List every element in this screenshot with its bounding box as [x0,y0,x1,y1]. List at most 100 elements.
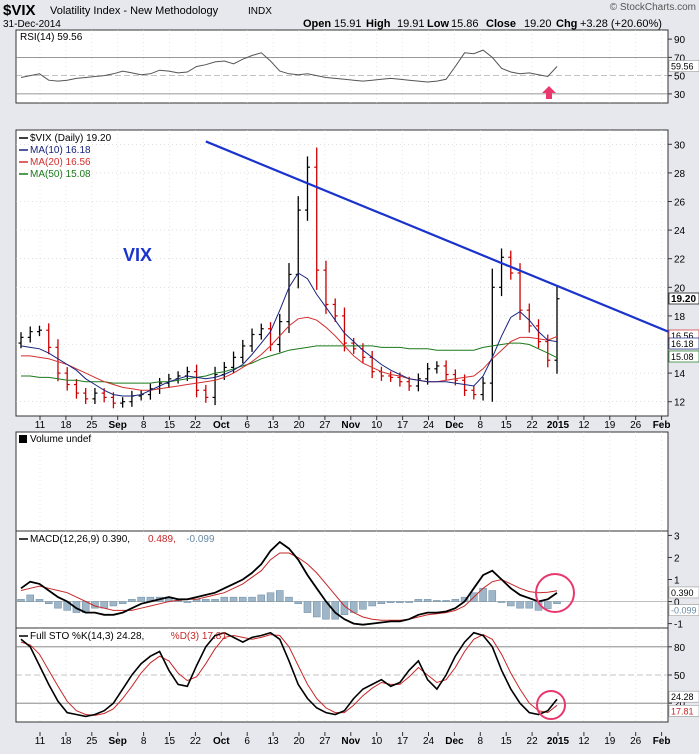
sto-legend-item: %D(3) 17.81 [171,631,228,642]
x-tick-label: 18 [60,736,72,747]
chart-date: 31-Dec-2014 [3,19,61,30]
macd-legend-item: 0.489, [148,534,176,545]
ohlc-label-close: Close [486,18,516,30]
x-tick-label: 22 [527,420,539,431]
price-axis-tick-label: 18 [674,312,686,323]
macd-histogram-bar [525,601,534,609]
price-axis-tick-label: 28 [674,169,686,180]
x-tick-label: 12 [578,736,590,747]
price-last-label: 15.08 [671,352,694,362]
macd-histogram-bar [488,590,497,602]
ohlc-value-open: 15.91 [334,18,362,30]
macd-histogram-bar [442,600,450,602]
x-tick-label: 2015 [547,736,570,747]
x-tick-label: 26 [630,736,642,747]
price-last-label: 16.18 [671,339,694,349]
price-axis-tick-label: 26 [674,198,686,209]
sto-axis-tick-label: 50 [674,671,686,682]
macd-histogram-bar [312,601,321,618]
x-tick-label: 11 [35,736,46,747]
macd-histogram-bar [507,601,515,607]
macd-histogram-bar [276,590,284,602]
macd-histogram-bar [377,601,386,605]
rsi-last-value: 59.56 [671,62,694,72]
sto-axis-tick-label: 80 [674,643,686,654]
macd-histogram-bar [26,594,34,602]
x-tick-label: 15 [501,736,513,747]
x-tick-label: Oct [213,736,230,747]
x-tick-label: 17 [397,420,409,431]
x-tick-label: 8 [141,420,147,431]
macd-histogram-bar [414,599,423,602]
macd-histogram-bar [266,592,275,602]
macd-histogram-bar [220,596,229,602]
macd-histogram-bar [433,600,441,602]
x-tick-label: Dec [445,420,464,431]
macd-histogram-bar [294,601,302,605]
ohlc-value-high: 19.91 [397,18,425,30]
x-tick-label: 10 [371,420,383,431]
macd-histogram-bar [183,601,192,603]
macd-histogram-bar [303,601,312,613]
x-tick-label: 22 [190,736,202,747]
x-tick-label: 8 [141,736,147,747]
macd-histogram-bar [44,601,53,605]
chart-symbol: $VIX [3,2,36,19]
x-tick-label: 25 [86,736,98,747]
volume-legend: Volume undef [30,434,91,445]
macd-histogram-bar [451,599,460,602]
x-tick-label: 25 [86,420,98,431]
price-legend-item: MA(50) 15.08 [30,169,91,180]
chart-instrument-name: Volatility Index - New Methodology [50,5,219,17]
macd-axis-tick-label: -1 [674,620,683,631]
price-panel-frame [15,129,669,417]
macd-histogram-bar [396,601,404,603]
price-axis-tick-label: 22 [674,255,686,266]
macd-histogram-bar [229,596,238,602]
x-tick-label: 20 [293,736,305,747]
macd-legend-item: -0.099 [186,534,215,545]
macd-axis-tick-label: 1 [674,576,680,587]
x-tick-label: 19 [604,736,616,747]
x-tick-label: 15 [164,736,176,747]
rsi-panel: 3050709059.56RSI(14) 59.56 [15,29,699,104]
x-tick-label: 22 [190,420,202,431]
macd-legend-item: MACD(12,26,9) 0.390, [30,534,130,545]
macd-axis-tick-label: 3 [674,531,680,542]
price-axis-tick-label: 14 [674,369,686,380]
x-tick-label: Feb [653,736,671,747]
x-tick-label: 15 [164,420,176,431]
sto-k-last-value: 24.28 [671,692,694,702]
x-tick-label: 6 [244,736,250,747]
macd-hist-last-value: -0.099 [671,606,697,616]
price-axis-tick-label: 24 [674,226,686,237]
macd-histogram-bar [35,599,44,602]
macd-axis-tick-label: 2 [674,553,680,564]
macd-histogram-bar [423,599,432,602]
vix-annotation-label: VIX [123,245,152,265]
macd-histogram-bar [239,596,247,602]
volume-legend-swatch [19,435,27,443]
price-axis-tick-label: 30 [674,140,686,151]
x-tick-label: 27 [319,736,331,747]
macd-histogram-bar [368,601,376,607]
macd-histogram-bar [128,599,136,602]
macd-histogram-bar [359,601,367,610]
macd-last-value: 0.390 [671,588,694,598]
macd-histogram-bar [248,596,256,602]
x-tick-label: 19 [604,420,616,431]
x-tick-label: 18 [60,420,72,431]
x-tick-label: 13 [268,420,280,431]
x-tick-label: Nov [341,736,360,747]
rsi-axis-tick-label: 30 [674,90,686,101]
sto-legend-item: Full STO %K(14,3) 24.28, [30,631,144,642]
macd-histogram-bar [109,601,118,607]
price-legend-item: $VIX (Daily) 19.20 [30,133,112,144]
stock-chart: $VIX Volatility Index - New Methodology … [0,0,699,749]
x-tick-label: 22 [527,736,539,747]
x-tick-label: 15 [501,420,513,431]
macd-histogram-bar [516,601,524,609]
stochastic-panel: 205080Full STO %K(14,3) 24.28, %D(3) 17.8… [15,627,699,723]
chart-exchange: INDX [248,6,272,17]
x-tick-label: Nov [341,420,360,431]
